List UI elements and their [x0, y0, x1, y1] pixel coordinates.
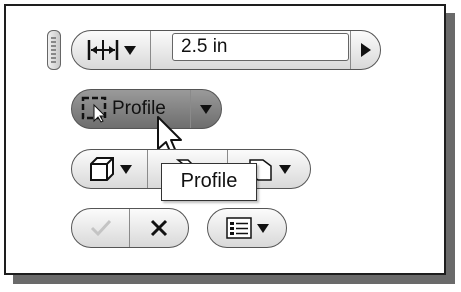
chevron-down-icon — [257, 223, 269, 233]
chevron-down-icon — [278, 164, 291, 174]
list-options-icon — [226, 217, 252, 239]
ok-button[interactable] — [72, 209, 129, 247]
chevron-down-icon — [200, 104, 213, 114]
box-icon — [89, 157, 114, 181]
profile-dropdown[interactable] — [190, 90, 221, 128]
play-right-icon — [360, 43, 371, 57]
distance-input[interactable]: 2.5 in — [172, 33, 349, 61]
confirm-controls — [71, 208, 189, 248]
horizontal-dimension-icon — [87, 40, 118, 60]
chevron-down-icon — [123, 45, 136, 55]
drag-grip-handle[interactable] — [47, 30, 61, 70]
cancel-button[interactable] — [129, 209, 188, 247]
chevron-down-icon — [119, 164, 132, 174]
dimension-dropdown[interactable] — [72, 31, 150, 69]
profile-tooltip: Profile — [161, 163, 257, 201]
cross-icon — [150, 219, 168, 237]
options-inner[interactable] — [208, 209, 286, 247]
profile-select-icon — [81, 96, 107, 123]
apply-arrow-button[interactable] — [350, 31, 380, 69]
options-dropdown[interactable] — [207, 208, 287, 248]
shape-dropdown-1[interactable] — [72, 150, 147, 188]
checkmark-icon — [90, 219, 111, 237]
profile-button[interactable]: Profile — [71, 89, 222, 129]
